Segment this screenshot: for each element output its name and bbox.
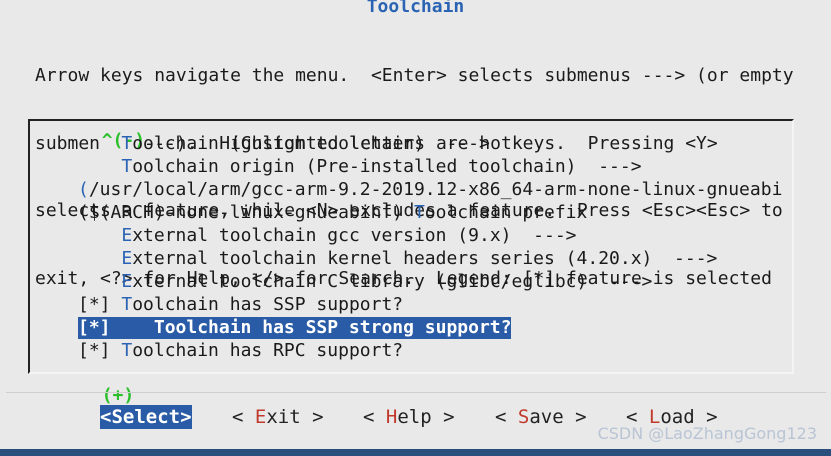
hotkey-letter: T bbox=[121, 156, 133, 177]
menu-item-c-library[interactable]: External toolchain C library (glibc/egli… bbox=[78, 271, 652, 293]
button-divider bbox=[6, 392, 826, 393]
hotkey-letter: S bbox=[517, 406, 530, 428]
help-line: Arrow keys navigate the menu. <Enter> se… bbox=[35, 65, 794, 86]
window-title: Toolchain bbox=[366, 0, 465, 17]
hotkey-letter: T bbox=[413, 202, 425, 223]
hotkey-letter: T bbox=[121, 340, 133, 361]
window-bottom-edge bbox=[0, 449, 831, 456]
menu-item-gcc-version[interactable]: External toolchain gcc version (9.x) ---… bbox=[78, 225, 576, 247]
hotkey-letter: T bbox=[121, 294, 133, 315]
hotkey-letter: H bbox=[385, 406, 398, 428]
hotkey-letter: E bbox=[121, 271, 133, 292]
watermark-text: CSDN @LaoZhangGong123 bbox=[597, 424, 817, 443]
menu-item-toolchain-origin[interactable]: Toolchain origin (Pre-installed toolchai… bbox=[78, 156, 641, 178]
exit-button[interactable]: < Exit > bbox=[232, 405, 324, 429]
select-button[interactable]: <Select> bbox=[100, 405, 192, 429]
menu-item-ssp-strong-support[interactable]: [*] Toolchain has SSP strong support? bbox=[78, 317, 512, 339]
hotkey-letter: S bbox=[111, 406, 123, 428]
save-button[interactable]: < Save > bbox=[495, 405, 587, 429]
menu-item-toolchain-path[interactable]: (/usr/local/arm/gcc-arm-9.2-2019.12-x86_… bbox=[78, 179, 782, 201]
help-button[interactable]: < Help > bbox=[363, 405, 455, 429]
hotkey-letter: ( bbox=[78, 179, 89, 200]
scroll-down-indicator[interactable]: (+) bbox=[78, 363, 137, 407]
menu-item-toolchain-prefix[interactable]: ($(ARCH)-none-linux-gnueabihf) Toolchain… bbox=[78, 202, 587, 224]
window-left-edge bbox=[0, 0, 5, 456]
hotkey-letter: E bbox=[254, 406, 267, 428]
hotkey-letter: T bbox=[121, 133, 133, 154]
menu-item-rpc-support[interactable]: [*] Toolchain has RPC support? bbox=[78, 340, 403, 362]
menu-item-toolchain[interactable]: Toolchain (Custom toolchain) ---> bbox=[78, 133, 489, 155]
hotkey-letter: E bbox=[121, 248, 133, 269]
hotkey-letter: E bbox=[121, 225, 133, 246]
hotkey-letter: T bbox=[153, 317, 165, 338]
menu-item-ssp-support[interactable]: [*] Toolchain has SSP support? bbox=[78, 294, 403, 316]
menu-item-kernel-headers[interactable]: External toolchain kernel headers series… bbox=[78, 248, 717, 270]
